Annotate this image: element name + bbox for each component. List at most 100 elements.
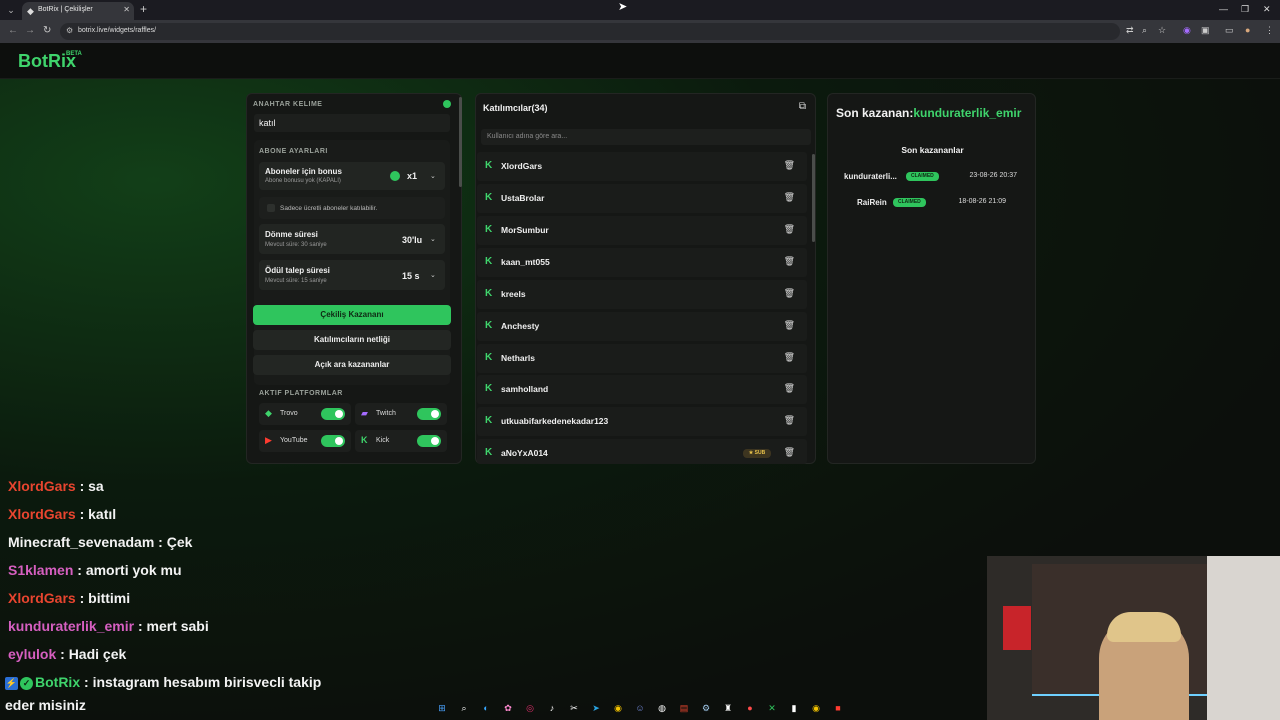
capcut-icon[interactable]: ✂ — [568, 702, 580, 714]
claimed-badge: CLAIMED — [893, 198, 926, 207]
copy-icon[interactable]: ⧉ — [799, 101, 806, 112]
game-icon[interactable]: ♜ — [722, 702, 734, 714]
trash-icon[interactable]: 🗑 — [784, 160, 795, 171]
menu-dots-icon[interactable]: ⋮ — [1265, 25, 1274, 36]
webcam-flag — [1003, 606, 1031, 650]
notification-app-icon[interactable]: ● — [744, 702, 756, 714]
subscriber-badge: ★ SUB — [743, 449, 771, 458]
participant-name: XlordGars — [501, 161, 543, 171]
profile-avatar-icon[interactable]: ● — [1245, 25, 1250, 35]
chat-username: BotRix — [35, 674, 81, 690]
kick-icon: K — [485, 288, 493, 299]
kick-icon: K — [485, 352, 493, 363]
chrome-icon[interactable]: ◉ — [612, 702, 624, 714]
site-info-icon[interactable]: ⚙ — [66, 26, 73, 35]
telegram-icon[interactable]: ➤ — [590, 702, 602, 714]
recorder-icon[interactable]: ■ — [832, 702, 844, 714]
trash-icon[interactable]: 🗑 — [784, 447, 795, 458]
tab-title: BotRix | Çekilişler — [38, 6, 93, 13]
chevron-down-icon[interactable]: ⌄ — [430, 172, 436, 180]
participant-search-input[interactable]: Kullanıcı adına göre ara... — [481, 129, 811, 145]
copilot-icon[interactable]: ✿ — [502, 702, 514, 714]
xbox-icon[interactable]: ✕ — [766, 702, 778, 714]
app-icon[interactable]: ▤ — [678, 702, 690, 714]
reload-icon[interactable]: ↻ — [43, 25, 51, 36]
clear-participants-button[interactable]: Katılımcıların netliği — [253, 330, 451, 350]
chevron-down-icon[interactable]: ⌄ — [430, 271, 436, 279]
forward-icon[interactable]: → — [25, 25, 35, 36]
chat-text: : Hadi çek — [56, 646, 127, 662]
tab-favicon-icon: ◆ — [27, 6, 34, 16]
open-winners-button[interactable]: Açık ara kazananlar — [253, 355, 451, 375]
only-paid-row[interactable]: Sadece ücretli aboneler katılabilir. — [259, 197, 445, 219]
maximize-icon[interactable]: ❐ — [1241, 4, 1249, 15]
chat-username: Minecraft_sevenadam — [8, 534, 155, 550]
kick-toggle[interactable] — [417, 435, 441, 447]
trash-icon[interactable]: 🗑 — [784, 383, 795, 394]
participant-name: samholland — [501, 384, 549, 394]
discord-icon[interactable]: ☺ — [634, 702, 646, 714]
instagram-icon[interactable]: ◎ — [524, 702, 536, 714]
participant-name: UstaBrolar — [501, 193, 545, 203]
trash-icon[interactable]: 🗑 — [784, 192, 795, 203]
trash-icon[interactable]: 🗑 — [784, 224, 795, 235]
extensions-puzzle-icon[interactable]: ▣ — [1201, 25, 1210, 36]
steam-icon[interactable]: ⚙ — [700, 702, 712, 714]
new-tab-icon[interactable]: + — [140, 3, 147, 15]
browser-tab-bar: ⌄ ◆ BotRix | Çekilişler ✕ + — ❐ ✕ — [0, 0, 1280, 20]
kick-icon: K — [485, 415, 493, 426]
participant-name: Netharls — [501, 353, 536, 363]
search-icon[interactable]: ⌕ — [458, 702, 470, 714]
bookmark-star-icon[interactable]: ☆ — [1158, 25, 1166, 36]
only-paid-checkbox[interactable] — [267, 204, 275, 212]
trash-icon[interactable]: 🗑 — [784, 256, 795, 267]
platform-name: Trovo — [280, 410, 298, 417]
trash-icon[interactable]: 🗑 — [784, 415, 795, 426]
keyword-input[interactable]: katıl — [254, 114, 450, 132]
trash-icon[interactable]: 🗑 — [784, 352, 795, 363]
chrome-active-icon[interactable]: ◉ — [810, 702, 822, 714]
twitch-toggle[interactable] — [417, 408, 441, 420]
subscriber-bonus-row: Aboneler için bonus Abone bonusu yok (KA… — [259, 162, 445, 190]
spin-subtitle: Mevcut süre: 30 saniye — [265, 242, 327, 248]
chevron-down-icon[interactable]: ⌄ — [430, 235, 436, 243]
claim-select[interactable]: 15 s — [402, 271, 420, 281]
spin-select[interactable]: 30'lu — [402, 235, 422, 245]
winners-panel: Son kazanan:kunduraterlik_emir Son kazan… — [827, 93, 1036, 464]
tiktok-icon[interactable]: ♪ — [546, 702, 558, 714]
chat-text: : bittimi — [75, 590, 131, 606]
webcam-door — [1207, 556, 1280, 720]
url-field[interactable]: ⚙ botrix.live/widgets/raffles/ — [60, 23, 1120, 40]
chat-message: Minecraft_sevenadam : Çek — [8, 534, 192, 550]
edge-icon[interactable]: ◐ — [480, 702, 492, 714]
trash-icon[interactable]: 🗑 — [784, 320, 795, 331]
participant-name: MorSumbur — [501, 225, 549, 235]
youtube-toggle[interactable] — [321, 435, 345, 447]
trash-icon[interactable]: 🗑 — [784, 288, 795, 299]
tab-close-icon[interactable]: ✕ — [123, 5, 130, 14]
trovo-toggle[interactable] — [321, 408, 345, 420]
file-icon[interactable]: ▮ — [788, 702, 800, 714]
zoom-icon[interactable]: ⌕ — [1142, 25, 1147, 36]
minimize-icon[interactable]: — — [1219, 4, 1228, 14]
claim-subtitle: Mevcut süre: 15 saniye — [265, 278, 327, 284]
sidebar-icon[interactable]: ▭ — [1225, 25, 1234, 36]
chat-message: S1klamen : amorti yok mu — [8, 562, 182, 578]
participant-row: K UstaBrolar 🗑 — [477, 184, 807, 213]
webcam-streamer-hair — [1107, 612, 1181, 642]
back-icon[interactable]: ← — [8, 25, 18, 36]
extension-icon[interactable]: ◉ — [1183, 25, 1191, 36]
claim-title: Ödül talep süresi — [265, 266, 330, 275]
tab-search-icon[interactable]: ⌄ — [4, 3, 18, 17]
participants-scrollbar[interactable] — [812, 154, 815, 242]
raffle-settings-panel: ANAHTAR KELIME katıl ABONE AYARLARI Abon… — [246, 93, 462, 464]
windows-start-icon[interactable]: ⊞ — [436, 702, 448, 714]
settings-scrollbar[interactable] — [459, 97, 462, 187]
draw-winner-button[interactable]: Çekiliş Kazananı — [253, 305, 451, 325]
bonus-select[interactable]: x1 — [407, 171, 417, 181]
window-close-icon[interactable]: ✕ — [1263, 4, 1271, 15]
browser-tab[interactable]: ◆ BotRix | Çekilişler ✕ — [22, 2, 134, 20]
obs-icon[interactable]: ◍ — [656, 702, 668, 714]
translate-icon[interactable]: ⇄ — [1126, 25, 1134, 36]
beta-label: BETA — [66, 51, 82, 57]
